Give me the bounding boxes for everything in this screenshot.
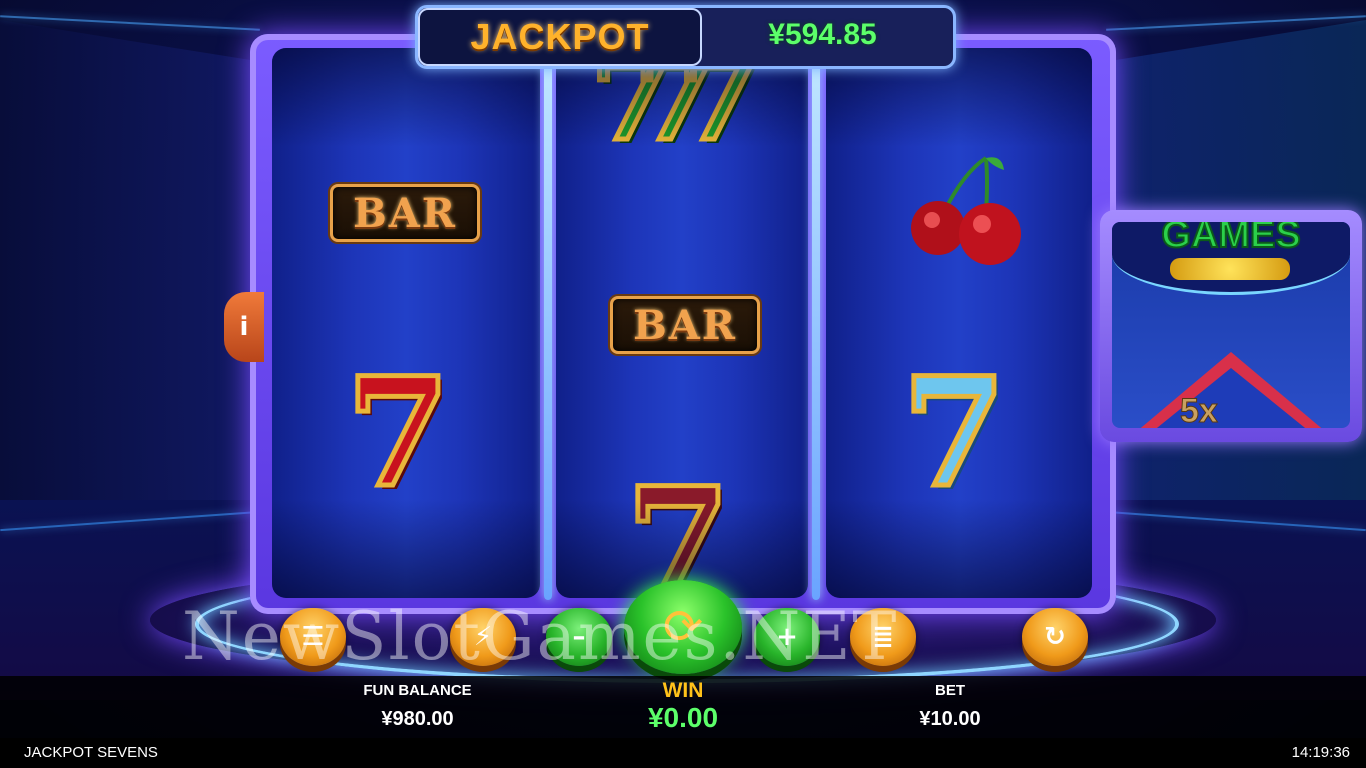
balance-value: ¥980.00	[381, 708, 454, 730]
status-bar	[0, 738, 1366, 768]
left-wall	[0, 20, 260, 540]
reel-3: 7	[826, 48, 1092, 598]
balance-label: FUN BALANCE	[363, 682, 472, 699]
multiplier-symbol: 5x	[1180, 392, 1219, 429]
bet-label: BET	[935, 682, 965, 699]
bar-symbol: BAR	[330, 184, 480, 242]
reel-divider	[812, 60, 820, 600]
win-label: WIN	[662, 679, 704, 702]
jackpot-value: ¥594.85	[768, 18, 877, 51]
coin-pile-icon	[1170, 258, 1290, 280]
reel-2: 777 BAR 7	[556, 48, 808, 598]
game-title: JACKPOT SEVENS	[24, 744, 158, 761]
info-icon: i	[239, 312, 249, 342]
red-seven-symbol: 7	[623, 455, 732, 599]
jackpot-label: JACKPOT	[418, 8, 702, 66]
blue-seven-symbol: 7	[899, 345, 1008, 521]
win-value: ¥0.00	[647, 702, 719, 733]
marquee-triangle-inner	[1152, 368, 1310, 428]
cherries-symbol	[904, 152, 1024, 272]
reel-1: BAR 7	[272, 48, 540, 598]
bet-value: ¥10.00	[919, 708, 981, 730]
clock: 14:19:36	[1291, 744, 1350, 761]
watermark: NewSlotGames.NET	[182, 598, 899, 675]
reel-divider	[544, 60, 552, 600]
red-seven-symbol: 7	[343, 345, 452, 521]
bar-symbol: BAR	[610, 296, 760, 354]
feature-panel-reel: GAMES 5x	[1112, 222, 1350, 428]
info-button[interactable]: i	[224, 292, 264, 362]
